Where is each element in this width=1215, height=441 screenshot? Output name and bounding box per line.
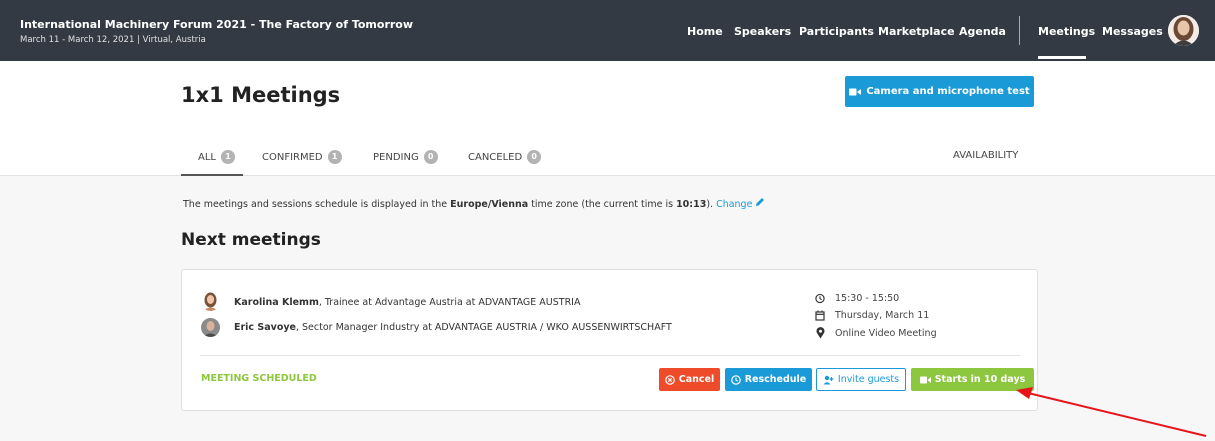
pencil-icon [756,198,765,206]
tab-confirmed-count: 1 [327,150,342,164]
participant-2: Eric Savoye, Sector Manager Industry at … [234,322,672,333]
timezone-change-label: Change [716,199,753,210]
tab-confirmed[interactable]: CONFIRMED 1 [262,150,342,164]
reschedule-label: Reschedule [744,374,807,385]
meeting-time-text: 15:30 - 15:50 [835,292,900,304]
tab-confirmed-label: CONFIRMED [262,151,323,163]
meeting-date: Thursday, March 11 [815,309,929,321]
nav-messages[interactable]: Messages [1102,25,1163,38]
event-title[interactable]: International Machinery Forum 2021 - The… [20,18,413,31]
video-camera-icon [919,376,931,383]
participant-avatar[interactable] [201,292,220,311]
timezone-middle: time zone (the current time is [528,199,677,210]
timezone-prefix: The meetings and sessions schedule is di… [183,199,451,210]
tab-all-label: ALL [198,151,216,163]
user-avatar[interactable] [1168,15,1199,46]
card-divider [200,355,1020,356]
tab-pending-count: 0 [423,150,438,164]
tab-canceled[interactable]: CANCELED 0 [468,150,542,164]
nav-participants[interactable]: Participants [799,25,874,38]
timezone-notice: The meetings and sessions schedule is di… [183,197,765,210]
add-user-icon [823,375,834,384]
tab-availability[interactable]: AVAILABILITY [953,150,1018,161]
location-pin-icon [816,327,824,339]
nav-home[interactable]: Home [687,25,723,38]
section-title: Next meetings [181,230,321,250]
nav-marketplace[interactable]: Marketplace [878,25,955,38]
timezone-change-link[interactable]: Change [716,198,765,210]
tab-pending[interactable]: PENDING 0 [373,150,438,164]
invite-guests-button[interactable]: Invite guests [816,368,906,391]
timezone-suffix: ). [706,199,717,210]
meeting-status: MEETING SCHEDULED [201,373,317,384]
event-subtitle: March 11 - March 12, 2021 | Virtual, Aus… [20,35,206,45]
starts-in-button[interactable]: Starts in 10 days [911,368,1034,391]
page-title: 1x1 Meetings [181,83,341,107]
meeting-time: 15:30 - 15:50 [815,292,899,304]
nav-speakers[interactable]: Speakers [734,25,791,38]
timezone-current-time: 10:13 [676,199,707,210]
nav-divider [1019,16,1020,45]
nav-active-indicator [1038,56,1086,59]
nav-agenda[interactable]: Agenda [959,25,1006,38]
starts-in-label: Starts in 10 days [934,374,1026,385]
participant-1: Karolina Klemm, Trainee at Advantage Aus… [234,297,580,308]
reschedule-button[interactable]: Reschedule [725,368,812,391]
meeting-card: Karolina Klemm, Trainee at Advantage Aus… [181,269,1038,411]
header-panel: 1x1 Meetings Camera and microphone test … [0,61,1215,176]
timezone-zone: Europe/Vienna [450,199,529,210]
tab-pending-label: PENDING [373,151,419,163]
clock-icon [815,293,825,303]
cancel-button[interactable]: Cancel [659,368,720,391]
cancel-circle-icon [664,374,675,385]
invite-guests-label: Invite guests [837,374,900,385]
camera-test-button[interactable]: Camera and microphone test [845,76,1034,107]
tab-canceled-count: 0 [527,150,542,164]
calendar-icon [815,310,825,321]
participant-2-role: , Sector Manager Industry at ADVANTAGE A… [295,322,672,333]
participant-avatar[interactable] [201,318,220,337]
nav-meetings[interactable]: Meetings [1038,25,1095,38]
cancel-label: Cancel [678,374,715,385]
video-camera-icon [849,88,862,95]
participant-1-role: , Trainee at Advantage Austria at ADVANT… [318,297,581,308]
tab-canceled-label: CANCELED [468,151,523,163]
meeting-date-text: Thursday, March 11 [835,309,930,321]
tab-all[interactable]: ALL 1 [198,150,235,164]
camera-test-label: Camera and microphone test [866,86,1030,97]
top-bar: International Machinery Forum 2021 - The… [0,0,1215,61]
reschedule-clock-icon [730,374,741,385]
meeting-location-text: Online Video Meeting [835,327,937,339]
participant-2-name[interactable]: Eric Savoye [234,322,296,333]
tab-active-indicator [181,174,243,176]
participant-1-name[interactable]: Karolina Klemm [234,297,319,308]
tab-all-count: 1 [220,150,235,164]
meeting-location: Online Video Meeting [815,327,937,339]
